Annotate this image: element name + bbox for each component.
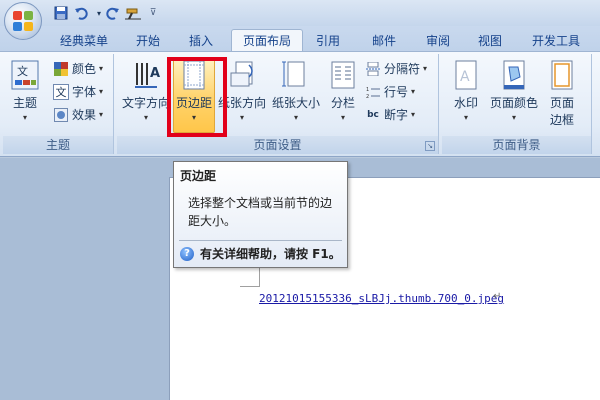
dialog-launcher-icon[interactable]: ↘: [425, 141, 435, 151]
help-icon: ?: [180, 246, 194, 261]
themes-icon: 文: [10, 58, 40, 92]
tab-page-layout[interactable]: 页面布局: [231, 29, 303, 53]
chevron-down-icon: ▾: [411, 110, 416, 119]
watermark-button[interactable]: A 水印 ▾: [448, 58, 484, 122]
columns-icon: [328, 58, 358, 92]
breaks-icon: [365, 61, 381, 77]
line-numbers-button[interactable]: 12 行号 ▾: [365, 83, 415, 100]
tab-view[interactable]: 视图: [470, 30, 510, 52]
watermark-icon: A: [451, 58, 481, 92]
theme-effects-button[interactable]: 效果 ▾: [53, 106, 103, 123]
size-button[interactable]: 纸张大小 ▾: [271, 58, 321, 122]
chevron-down-icon: ▾: [463, 113, 468, 122]
text-direction-icon: A: [131, 58, 161, 92]
themes-label: 主题: [12, 96, 37, 110]
margins-tooltip: 页边距 选择整个文档或当前节的边距大小。 ? 有关详细帮助，请按 F1。: [173, 161, 348, 268]
chevron-down-icon: ▾: [99, 64, 104, 73]
ribbon-tab-bar: 经典菜单 开始 插入 页面布局 引用 邮件 审阅 视图 开发工具: [0, 26, 600, 53]
office-button[interactable]: [4, 2, 42, 40]
customize-icon[interactable]: ⊽: [144, 4, 162, 22]
theme-fonts-icon: 文: [53, 83, 69, 100]
theme-colors-button[interactable]: 颜色 ▾: [53, 60, 103, 77]
page-background-group: A 水印 ▾ 页面颜色 ▾ 页面 边框 页面背景: [442, 54, 592, 154]
page-borders-label-line1: 页面: [549, 96, 574, 110]
chevron-down-icon: ▾: [99, 87, 104, 96]
undo-icon[interactable]: [72, 4, 90, 22]
text-direction-label: 文字方向: [121, 96, 170, 110]
columns-label: 分栏: [330, 96, 355, 110]
tab-developer[interactable]: 开发工具: [524, 30, 588, 52]
page-color-icon: [499, 58, 529, 92]
page-borders-button[interactable]: 页面 边框: [544, 58, 580, 128]
svg-text:A: A: [460, 69, 470, 85]
page-background-group-label: 页面背景: [442, 136, 591, 154]
tooltip-help-text: 有关详细帮助，请按 F1。: [200, 247, 341, 261]
svg-text:A: A: [150, 66, 160, 81]
orientation-icon: [227, 58, 257, 92]
theme-effects-label: 效果: [72, 108, 97, 122]
chevron-down-icon: ▾: [411, 87, 416, 96]
office-logo-icon: [13, 11, 33, 31]
svg-text:2: 2: [366, 94, 369, 99]
hyphenation-button[interactable]: bc 断字 ▾: [365, 106, 415, 123]
chevron-down-icon: ▾: [340, 113, 345, 122]
tab-review[interactable]: 审阅: [418, 30, 458, 52]
themes-dropdown-icon: ▾: [22, 113, 27, 122]
hyphenation-label: 断字: [384, 108, 409, 122]
paper-size-icon: [281, 58, 311, 92]
tab-references[interactable]: 引用: [308, 30, 348, 52]
margin-corner-mark-horizontal: [240, 286, 260, 287]
chevron-down-icon: ▾: [99, 110, 104, 119]
page-borders-label-line2: 边框: [549, 113, 574, 127]
ribbon: 文 主题 ▾ 颜色 ▾ 文 字体 ▾ 效果 ▾ 主题 A 文字方向 ▾ 页边距 …: [0, 51, 600, 157]
tooltip-divider: [179, 240, 342, 241]
hyphenation-icon: bc: [367, 109, 379, 120]
highlight-box: [167, 57, 227, 137]
theme-colors-label: 颜色: [72, 62, 97, 76]
chevron-down-icon: ▾: [293, 113, 298, 122]
text-direction-button[interactable]: A 文字方向 ▾: [121, 58, 171, 122]
chevron-down-icon: ▾: [143, 113, 148, 122]
chevron-down-icon: ▾: [511, 113, 516, 122]
tooltip-help: ? 有关详细帮助，请按 F1。: [180, 245, 341, 262]
breaks-button[interactable]: 分隔符 ▾: [365, 60, 427, 77]
themes-button[interactable]: 文 主题 ▾: [9, 58, 41, 122]
theme-fonts-button[interactable]: 文 字体 ▾: [53, 83, 103, 100]
page-setup-group: A 文字方向 ▾ 页边距 ▾ 纸张方向 ▾ 纸张大小 ▾ 分栏 ▾ 分隔符 ▾ …: [117, 54, 439, 154]
tooltip-body: 选择整个文档或当前节的边距大小。: [188, 196, 333, 228]
page-setup-group-label: 页面设置: [117, 136, 438, 154]
page-borders-icon: [547, 58, 577, 92]
tab-insert[interactable]: 插入: [180, 30, 222, 52]
format-painter-icon[interactable]: [124, 4, 142, 22]
svg-text:1: 1: [366, 87, 369, 93]
chevron-down-icon: ▾: [423, 64, 428, 73]
theme-effects-icon: [53, 107, 69, 123]
line-numbers-label: 行号: [384, 85, 409, 99]
page-color-button[interactable]: 页面颜色 ▾: [488, 58, 540, 122]
paragraph-mark: ↵: [493, 291, 502, 302]
theme-group: 文 主题 ▾ 颜色 ▾ 文 字体 ▾ 效果 ▾ 主题: [3, 54, 114, 154]
columns-button[interactable]: 分栏 ▾: [325, 58, 361, 122]
tab-classic-menu[interactable]: 经典菜单: [52, 30, 116, 52]
line-numbers-icon: 12: [365, 84, 381, 100]
tab-mailings[interactable]: 邮件: [364, 30, 404, 52]
tab-home[interactable]: 开始: [128, 30, 168, 52]
title-bar: ▾ ⊽: [0, 0, 600, 26]
page-color-label: 页面颜色: [489, 96, 538, 110]
theme-group-label: 主题: [3, 136, 113, 154]
redo-icon[interactable]: [104, 4, 122, 22]
image-filename-link[interactable]: 20121015155336_sLBJj.thumb.700_0.jpeg: [259, 292, 504, 305]
size-label: 纸张大小: [271, 96, 320, 110]
theme-colors-icon: [53, 61, 69, 77]
svg-text:文: 文: [17, 64, 28, 78]
theme-fonts-label: 字体: [72, 85, 97, 99]
save-icon[interactable]: [52, 4, 70, 22]
tooltip-title: 页边距: [180, 169, 217, 183]
chevron-down-icon: ▾: [239, 113, 244, 122]
watermark-label: 水印: [453, 96, 478, 110]
breaks-label: 分隔符: [384, 62, 421, 76]
